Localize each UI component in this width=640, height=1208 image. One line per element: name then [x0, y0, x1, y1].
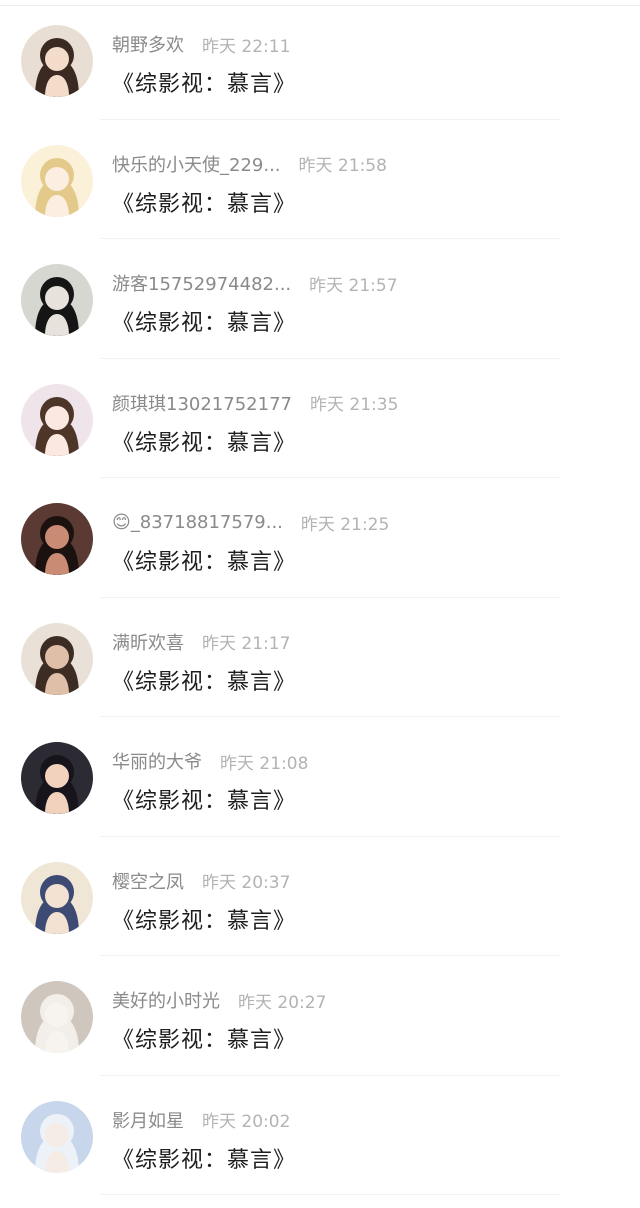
comment-item[interactable]: 游客15752974482... 昨天 21:57 《综影视：慕言》 [0, 239, 640, 359]
comment-item[interactable]: 满昕欢喜 昨天 21:17 《综影视：慕言》 [0, 598, 640, 717]
comment-meta: 颜琪琪13021752177 昨天 21:35 [112, 389, 398, 417]
username[interactable]: 颜琪琪13021752177 [112, 390, 292, 416]
timestamp: 昨天 20:27 [238, 992, 327, 1013]
comment-meta: 😊_83718817579... 昨天 21:25 [112, 508, 389, 536]
comment-meta: 美好的小时光 昨天 20:27 [112, 986, 326, 1014]
comment-item[interactable]: 华丽的大爷 昨天 21:08 《综影视：慕言》 [0, 717, 640, 837]
timestamp: 昨天 21:25 [300, 514, 390, 535]
username[interactable]: 华丽的大爷 [112, 748, 202, 774]
timestamp: 昨天 21:17 [202, 634, 291, 654]
comment-item[interactable]: 颜琪琪13021752177 昨天 21:35 《综影视：慕言》 [0, 359, 640, 478]
comment-meta: 朝野多欢 昨天 22:11 [112, 30, 290, 58]
comment-item[interactable]: 😊_83718817579... 昨天 21:25 《综影视：慕言》 [0, 478, 640, 598]
comment-text: 《综影视：慕言》 [112, 550, 297, 575]
comment-meta: 影月如星 昨天 20:02 [112, 1106, 290, 1134]
timestamp: 昨天 21:35 [309, 395, 399, 415]
comment-text: 《综影视：慕言》 [112, 789, 297, 814]
comment-item[interactable]: 快乐的小天使_229... 昨天 21:58 《综影视：慕言》 [0, 120, 640, 239]
comment-meta: 快乐的小天使_229... 昨天 21:58 [112, 150, 387, 178]
comment-item[interactable]: 影月如星 昨天 20:02 《综影视：慕言》 [0, 1076, 640, 1195]
username[interactable]: 影月如星 [112, 1107, 184, 1133]
comment-text: 《综影视：慕言》 [112, 1147, 297, 1173]
comment-text: 《综影视：慕言》 [112, 669, 297, 695]
avatar[interactable] [21, 264, 93, 336]
avatar[interactable] [21, 144, 93, 217]
timestamp: 昨天 20:37 [202, 873, 291, 893]
timestamp: 昨天 21:58 [298, 156, 387, 176]
username[interactable]: 美好的小时光 [112, 987, 220, 1013]
username[interactable]: 游客15752974482... [112, 270, 291, 296]
comment-item[interactable]: 美好的小时光 昨天 20:27 《综影视：慕言》 [0, 956, 640, 1076]
avatar[interactable] [21, 622, 93, 695]
divider [100, 1194, 560, 1195]
comment-meta: 华丽的大爷 昨天 21:08 [112, 747, 308, 775]
comment-meta: 游客15752974482... 昨天 21:57 [112, 269, 398, 297]
avatar[interactable] [21, 1100, 93, 1173]
comment-text: 《综影视：慕言》 [112, 908, 297, 934]
username[interactable]: 😊_83718817579... [112, 512, 283, 533]
comment-list: 朝野多欢 昨天 22:11 《综影视：慕言》 快乐的小天使_229... 昨天 … [0, 0, 640, 1195]
timestamp: 昨天 22:11 [202, 36, 291, 57]
timestamp: 昨天 21:08 [220, 753, 309, 774]
comment-meta: 满昕欢喜 昨天 21:17 [112, 628, 290, 656]
username[interactable]: 快乐的小天使_229... [112, 151, 281, 177]
comment-item[interactable]: 朝野多欢 昨天 22:11 《综影视：慕言》 [0, 0, 640, 120]
avatar[interactable] [21, 25, 93, 97]
avatar[interactable] [21, 503, 93, 575]
comment-text: 《综影视：慕言》 [112, 430, 297, 456]
username[interactable]: 满昕欢喜 [112, 629, 184, 655]
username[interactable]: 樱空之凤 [112, 868, 184, 894]
comment-item[interactable]: 樱空之凤 昨天 20:37 《综影视：慕言》 [0, 837, 640, 956]
comment-text: 《综影视：慕言》 [112, 311, 297, 336]
avatar[interactable] [21, 742, 93, 814]
avatar[interactable] [21, 383, 93, 456]
avatar[interactable] [21, 981, 93, 1053]
username[interactable]: 朝野多欢 [112, 31, 184, 57]
comment-meta: 樱空之凤 昨天 20:37 [112, 867, 290, 895]
comment-text: 《综影视：慕言》 [112, 191, 297, 217]
timestamp: 昨天 21:57 [309, 275, 398, 296]
avatar[interactable] [21, 861, 93, 934]
comment-text: 《综影视：慕言》 [112, 72, 297, 97]
timestamp: 昨天 20:02 [202, 1112, 291, 1132]
comment-text: 《综影视：慕言》 [112, 1028, 297, 1053]
